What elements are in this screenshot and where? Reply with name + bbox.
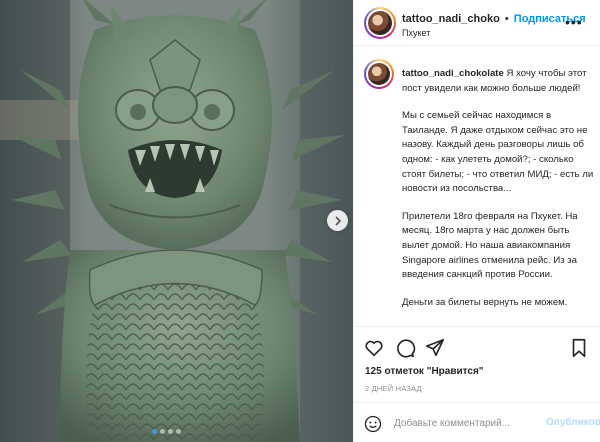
avatar[interactable] — [364, 7, 396, 39]
likes-count[interactable]: 125 отметок "Нравится" — [365, 366, 484, 377]
heart-icon[interactable] — [363, 337, 385, 359]
comment-icon[interactable] — [394, 337, 416, 359]
share-icon[interactable] — [424, 337, 446, 359]
carousel-dot — [168, 429, 173, 434]
carousel-next-button[interactable] — [327, 210, 348, 231]
caption-paragraph: Прилетели 18го февраля на Пхукет. На мес… — [402, 210, 578, 281]
post-side-panel: tattoo_nadi_choko • Подписаться Пхукет •… — [353, 0, 600, 442]
caption-username-link[interactable]: tattoo_nadi_chokolate — [402, 68, 504, 79]
carousel-dots — [152, 429, 181, 434]
separator-dot: • — [504, 13, 509, 25]
location-link[interactable]: Пхукет — [402, 28, 430, 38]
carousel-dot — [176, 429, 181, 434]
publish-button[interactable]: Опубликовать — [546, 417, 600, 428]
comment-input[interactable] — [394, 415, 544, 431]
lion-statue-photo — [0, 0, 353, 442]
caption-area: tattoo_nadi_chokolate Я хочу чтобы этот … — [354, 47, 600, 325]
carousel-dot-active — [152, 429, 157, 434]
action-bar — [354, 326, 600, 366]
caption-avatar[interactable] — [364, 59, 394, 89]
more-horizontal-icon[interactable]: ••• — [565, 14, 583, 30]
emoji-icon[interactable] — [364, 415, 382, 433]
caption-text: tattoo_nadi_chokolate Я хочу чтобы этот … — [402, 67, 594, 323]
header-user-line: tattoo_nadi_choko • Подписаться — [402, 13, 586, 25]
carousel-dot — [160, 429, 165, 434]
bookmark-icon[interactable] — [568, 337, 590, 359]
add-comment-bar: Опубликовать — [354, 402, 600, 442]
caption-paragraph: Мы с семьей сейчас находимся в Таиланде.… — [402, 110, 594, 195]
post-header: tattoo_nadi_choko • Подписаться Пхукет •… — [354, 0, 600, 46]
caption-paragraph: Деньги за билеты вернуть не можем. — [402, 296, 568, 308]
post-image[interactable] — [0, 0, 353, 442]
post-timestamp[interactable]: 2 ДНЕЙ НАЗАД — [365, 384, 422, 393]
chevron-right-icon — [334, 215, 341, 226]
username-link[interactable]: tattoo_nadi_choko — [402, 13, 500, 25]
